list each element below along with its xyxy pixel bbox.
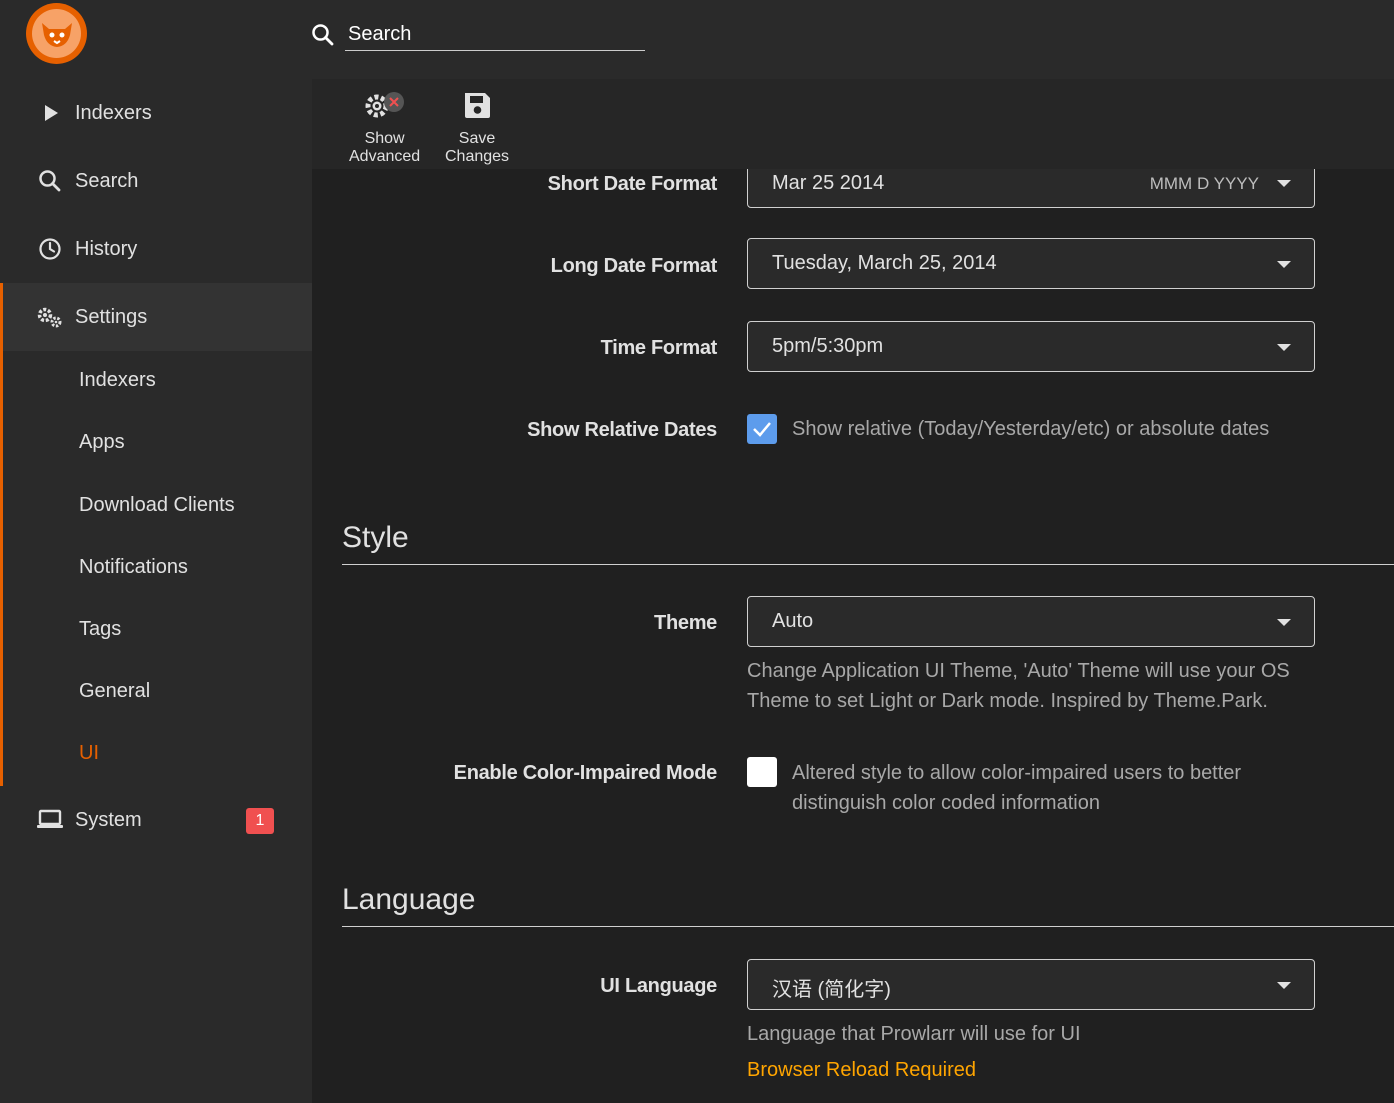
sidebar: Indexers Search History Settings Indexer… (0, 79, 312, 1103)
settings-active-indicator (0, 283, 3, 786)
search-input[interactable] (345, 18, 645, 51)
long-date-value: Tuesday, March 25, 2014 (772, 252, 997, 274)
ui-language-value: 汉语 (简化字) (772, 979, 891, 1001)
save-changes-label: Save Changes (445, 130, 510, 165)
sidebar-subitem-tags[interactable]: Tags (79, 618, 121, 641)
browser-reload-warning: Browser Reload Required (747, 1059, 977, 1081)
sidebar-item-label: System (75, 808, 142, 831)
theme-label: Theme (654, 612, 717, 634)
short-date-value: Mar 25 2014 (772, 172, 885, 194)
ui-language-help: Language that Prowlarr will use for UI (747, 1023, 1081, 1045)
sidebar-item-search[interactable]: Search (0, 147, 312, 215)
sidebar-item-label: Search (75, 169, 139, 192)
style-legend: Style (342, 521, 409, 554)
short-date-select[interactable]: Mar 25 2014 MMM D YYYY (747, 169, 1315, 208)
theme-value: Auto (772, 610, 814, 632)
sidebar-subitem-general[interactable]: General (79, 680, 150, 703)
theme-select[interactable]: Auto (747, 596, 1315, 647)
save-changes-button[interactable]: Save Changes (445, 89, 509, 166)
long-date-select[interactable]: Tuesday, March 25, 2014 (747, 238, 1315, 289)
color-impaired-checkbox[interactable] (747, 757, 777, 787)
prowlarr-logo[interactable] (26, 3, 87, 64)
logo-face-icon (32, 9, 81, 58)
ui-language-label: UI Language (600, 975, 717, 997)
sidebar-subitem-ui[interactable]: UI (79, 742, 99, 765)
color-impaired-label: Enable Color-Impaired Mode (453, 762, 718, 784)
top-bar (0, 0, 1394, 79)
relative-dates-checkbox[interactable] (747, 414, 777, 444)
ui-language-select[interactable]: 汉语 (简化字) (747, 959, 1315, 1010)
page-toolbar: Show Advanced Save Changes (312, 79, 1394, 169)
sidebar-item-indexers[interactable]: Indexers (0, 79, 312, 147)
short-date-hint: MMM D YYYY (1149, 174, 1259, 193)
sidebar-subitem-download-clients[interactable]: Download Clients (79, 494, 235, 517)
style-divider (342, 564, 1394, 565)
language-legend: Language (342, 883, 476, 916)
sidebar-item-label: Settings (75, 305, 148, 328)
checkmark-icon (753, 422, 771, 437)
sidebar-subitem-notifications[interactable]: Notifications (79, 556, 188, 579)
language-divider (342, 926, 1394, 927)
time-format-label: Time Format (600, 337, 718, 359)
sidebar-item-history[interactable]: History (0, 215, 312, 283)
color-impaired-help: Altered style to allow color-impaired us… (792, 762, 1242, 814)
relative-dates-label: Show Relative Dates (527, 419, 717, 441)
gears-icon (36, 303, 64, 331)
sidebar-subitem-apps[interactable]: Apps (79, 431, 125, 454)
play-icon (36, 99, 64, 127)
chevron-down-icon (1277, 982, 1291, 989)
settings-content: Short Date Format Mar 25 2014 MMM D YYYY… (312, 169, 1394, 1103)
show-advanced-label: Show Advanced (349, 130, 421, 165)
sidebar-item-settings[interactable]: Settings (0, 283, 312, 351)
gear-cross-icon (362, 89, 408, 126)
chevron-down-icon (1277, 619, 1291, 626)
time-format-select[interactable]: 5pm/5:30pm (747, 321, 1315, 372)
theme-help: Change Application UI Theme, 'Auto' Them… (747, 660, 1290, 712)
chevron-down-icon (1277, 261, 1291, 268)
chevron-down-icon (1277, 344, 1291, 351)
relative-dates-help: Show relative (Today/Yesterday/etc) or a… (792, 418, 1270, 440)
sidebar-item-label: Indexers (75, 101, 152, 124)
search-icon (311, 23, 335, 52)
sidebar-item-label: History (75, 237, 138, 260)
save-icon (461, 89, 493, 126)
long-date-label: Long Date Format (550, 255, 718, 277)
show-advanced-button[interactable]: Show Advanced (349, 89, 420, 166)
search-box (308, 18, 645, 52)
sidebar-subitem-indexers[interactable]: Indexers (79, 369, 156, 392)
clock-icon (36, 235, 64, 263)
search-icon (36, 167, 64, 195)
laptop-icon (36, 806, 64, 834)
chevron-down-icon (1277, 180, 1291, 187)
time-format-value: 5pm/5:30pm (772, 335, 884, 357)
system-badge: 1 (246, 808, 274, 834)
short-date-label: Short Date Format (547, 173, 718, 195)
